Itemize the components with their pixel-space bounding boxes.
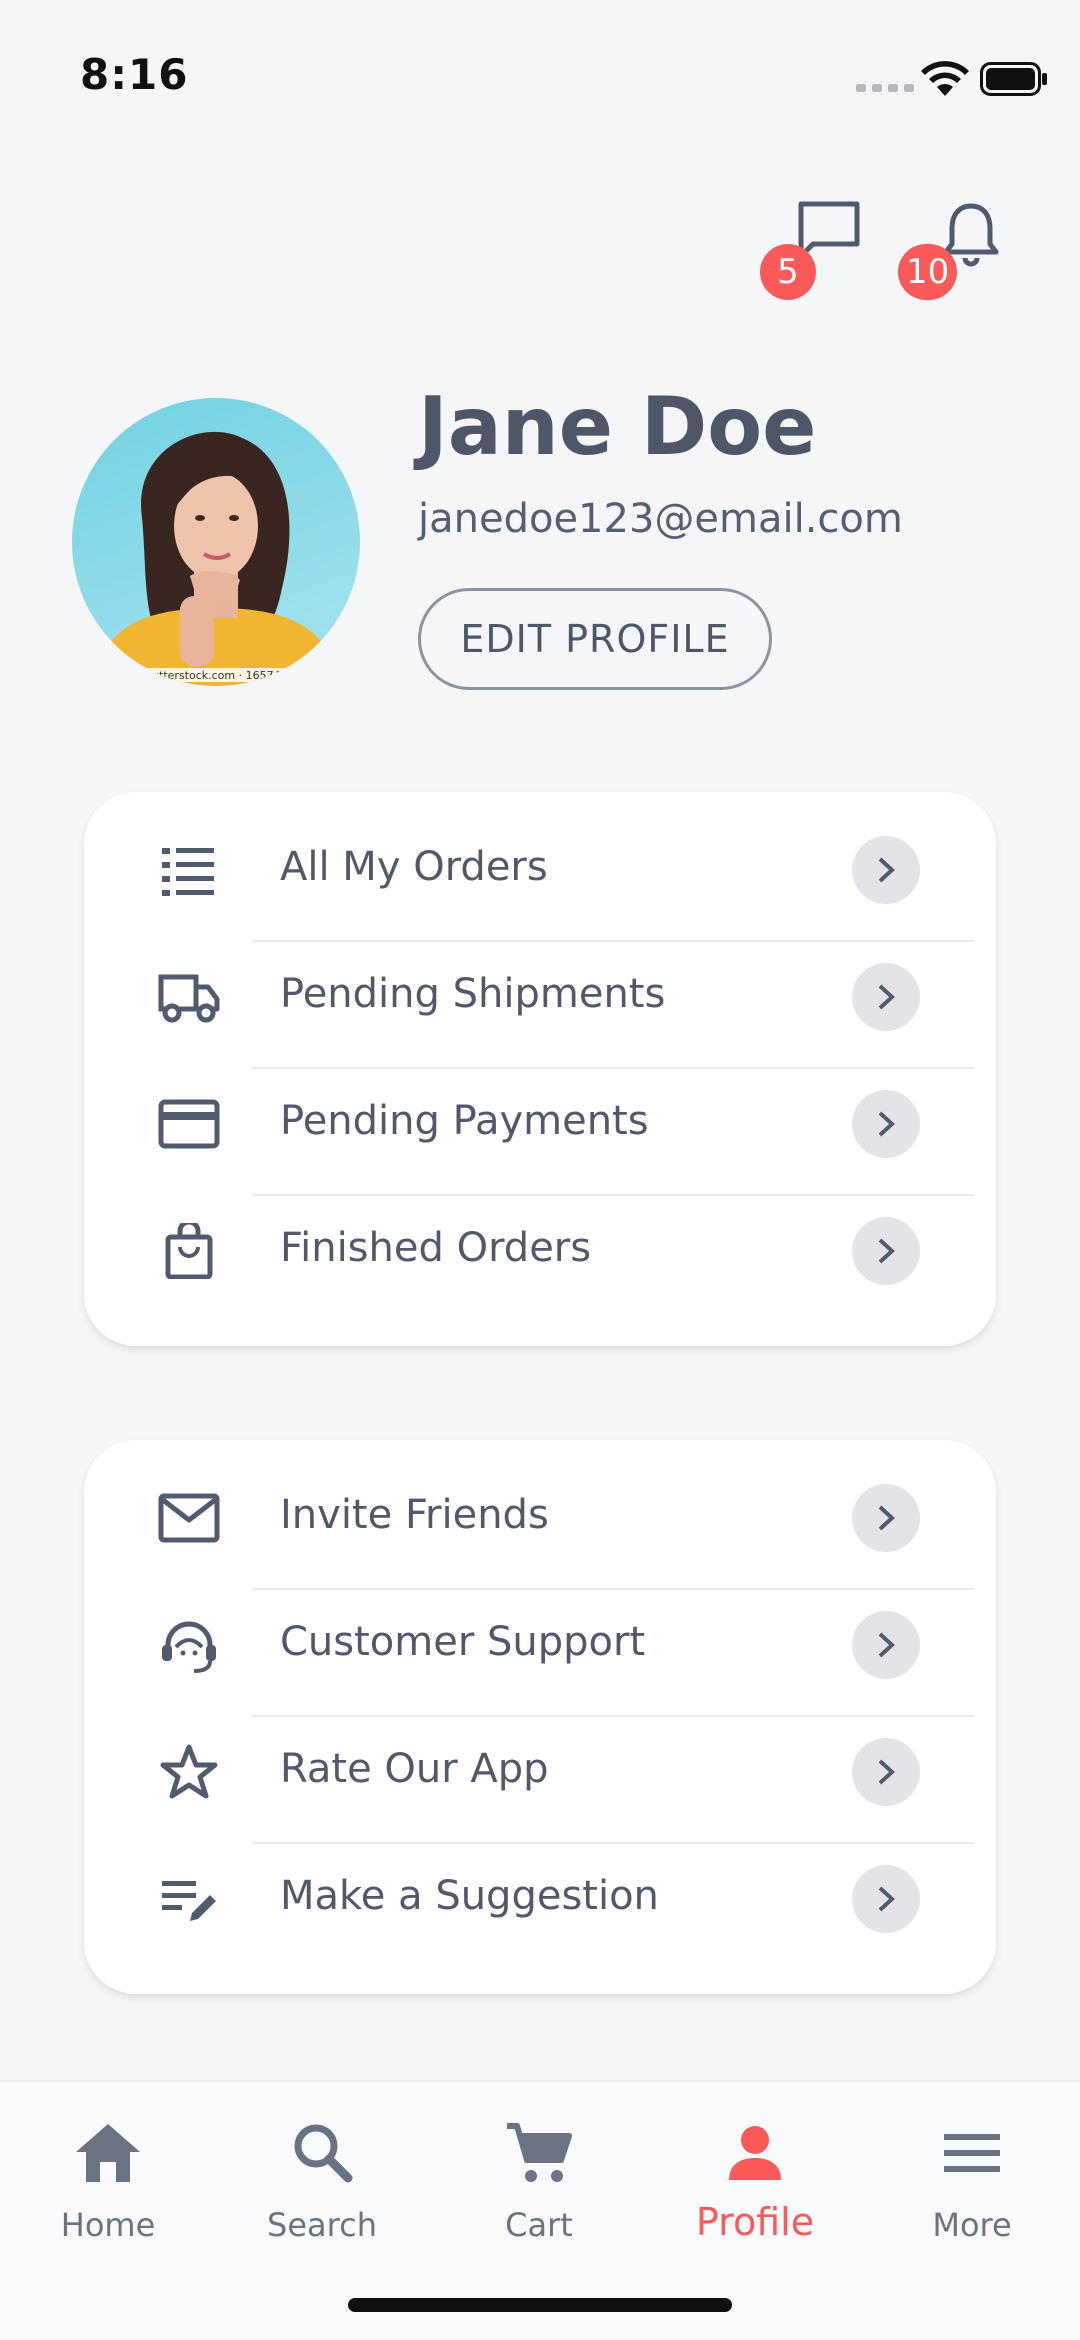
menu-item-label: Rate Our App	[280, 1746, 549, 1792]
nav-home[interactable]: Home	[18, 2108, 198, 2258]
avatar-image: shutterstock.com · 1657466	[92, 431, 340, 686]
nav-cart[interactable]: Cart	[449, 2108, 629, 2258]
edit-profile-button[interactable]: EDIT PROFILE	[418, 588, 772, 690]
chevron-right-icon	[852, 1865, 920, 1933]
chevron-right-icon	[852, 1090, 920, 1158]
cart-icon	[507, 2123, 572, 2182]
nav-more[interactable]: More	[882, 2108, 1062, 2258]
menu-item-label: Pending Shipments	[280, 971, 666, 1017]
orders-card: All My Orders Pending Shipments Pending …	[84, 792, 996, 1346]
nav-label: More	[932, 2206, 1012, 2244]
chevron-right-icon	[852, 1484, 920, 1552]
menu-item-label: Pending Payments	[280, 1098, 649, 1144]
home-indicator	[348, 2298, 732, 2312]
menu-item-customer-support[interactable]: Customer Support	[84, 1581, 996, 1708]
star-icon	[160, 1744, 218, 1799]
menu-icon	[944, 2134, 1000, 2172]
status-bar: 8:16	[0, 0, 1080, 150]
messages-badge: 5	[760, 244, 816, 300]
chevron-right-icon	[852, 836, 920, 904]
profile-email: janedoe123@email.com	[418, 496, 903, 542]
menu-item-pending-shipments[interactable]: Pending Shipments	[84, 933, 996, 1060]
menu-item-rate-our-app[interactable]: Rate Our App	[84, 1708, 996, 1835]
headset-icon	[162, 1621, 216, 1673]
nav-label: Search	[267, 2206, 377, 2244]
nav-label: Cart	[505, 2206, 573, 2244]
truck-icon	[158, 974, 220, 1023]
menu-item-make-a-suggestion[interactable]: Make a Suggestion	[84, 1835, 996, 1962]
chevron-right-icon	[852, 1611, 920, 1679]
chevron-right-icon	[852, 1738, 920, 1806]
menu-item-label: All My Orders	[280, 844, 548, 890]
support-card: Invite Friends Customer Support Rate Our…	[84, 1440, 996, 1994]
credit-card-icon	[158, 1099, 220, 1149]
menu-item-finished-orders[interactable]: Finished Orders	[84, 1187, 996, 1314]
nav-profile[interactable]: Profile	[665, 2108, 845, 2258]
nav-label: Profile	[695, 2200, 815, 2244]
menu-item-label: Finished Orders	[280, 1225, 592, 1271]
status-time: 8:16	[80, 50, 189, 99]
wifi-icon	[921, 61, 969, 96]
list-icon	[162, 848, 214, 896]
menu-item-label: Invite Friends	[280, 1492, 549, 1538]
menu-item-invite-friends[interactable]: Invite Friends	[84, 1454, 996, 1581]
shopping-bag-icon	[165, 1223, 213, 1279]
profile-name: Jane Doe	[418, 380, 817, 473]
notifications-badge: 10	[898, 244, 958, 300]
search-icon	[294, 2124, 353, 2183]
menu-item-label: Customer Support	[280, 1619, 646, 1665]
edit-note-icon	[162, 1881, 216, 1921]
menu-item-label: Make a Suggestion	[280, 1873, 659, 1919]
chevron-right-icon	[852, 963, 920, 1031]
avatar-watermark: shutterstock.com · 1657466	[139, 669, 294, 682]
nav-search[interactable]: Search	[232, 2108, 412, 2258]
person-icon	[729, 2126, 781, 2180]
battery-icon	[980, 62, 1047, 96]
avatar[interactable]: shutterstock.com · 1657466	[72, 398, 360, 686]
menu-item-all-my-orders[interactable]: All My Orders	[84, 806, 996, 933]
nav-label: Home	[60, 2206, 156, 2244]
cellular-signal-icon	[856, 84, 914, 92]
home-icon	[76, 2124, 140, 2182]
envelope-icon	[158, 1493, 220, 1543]
menu-item-pending-payments[interactable]: Pending Payments	[84, 1060, 996, 1187]
chevron-right-icon	[852, 1217, 920, 1285]
